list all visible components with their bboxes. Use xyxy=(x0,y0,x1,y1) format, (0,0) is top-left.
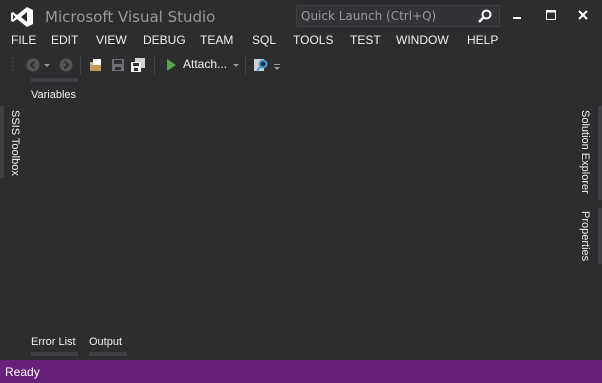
save-all-icon[interactable] xyxy=(130,57,146,73)
quick-launch-input[interactable] xyxy=(301,7,471,25)
error-list-tab[interactable]: Error List xyxy=(31,336,76,348)
output-tab-indicator[interactable] xyxy=(89,352,127,356)
forward-icon[interactable] xyxy=(58,57,74,73)
error-list-tab-indicator[interactable] xyxy=(31,352,78,356)
menu-test[interactable]: TEST xyxy=(350,33,381,47)
menu-sql[interactable]: SQL xyxy=(252,33,276,47)
close-icon[interactable] xyxy=(574,6,592,24)
standard-toolbar: Attach... xyxy=(0,52,602,78)
quick-launch[interactable] xyxy=(296,5,500,27)
maximize-icon[interactable] xyxy=(542,6,560,24)
toolbar-grip[interactable] xyxy=(11,56,15,74)
menu-bar: FILE EDIT VIEW DEBUG TEAM SQL TOOLS TEST… xyxy=(0,32,602,50)
toolbar-separator xyxy=(80,56,81,74)
vs-window: Microsoft Visual Studio FILE EDIT VIEW D… xyxy=(0,0,602,383)
back-dropdown-arrow[interactable] xyxy=(44,64,50,67)
menu-help[interactable]: HELP xyxy=(467,33,498,47)
back-icon[interactable] xyxy=(25,57,41,73)
variables-tab[interactable]: Variables xyxy=(31,89,76,101)
find-in-files-icon[interactable] xyxy=(253,57,269,73)
menu-file[interactable]: FILE xyxy=(11,33,36,47)
solution-explorer-tab-indicator[interactable] xyxy=(598,106,602,200)
search-icon[interactable] xyxy=(477,8,493,24)
vs-logo-icon xyxy=(11,7,33,27)
solution-explorer-tab[interactable]: Solution Explorer xyxy=(579,110,591,194)
save-icon[interactable] xyxy=(110,57,126,73)
menu-debug[interactable]: DEBUG xyxy=(143,33,186,47)
attach-dropdown-arrow[interactable] xyxy=(233,64,239,67)
window-title: Microsoft Visual Studio xyxy=(45,8,216,26)
menu-window[interactable]: WINDOW xyxy=(396,33,449,47)
open-folder-icon[interactable] xyxy=(88,57,104,73)
menu-view[interactable]: VIEW xyxy=(96,33,127,47)
variables-tab-indicator[interactable] xyxy=(31,78,78,82)
toolbar-overflow-icon[interactable] xyxy=(272,62,282,72)
minimize-icon[interactable] xyxy=(508,6,526,24)
menu-edit[interactable]: EDIT xyxy=(51,33,78,47)
menu-team[interactable]: TEAM xyxy=(200,33,233,47)
menu-tools[interactable]: TOOLS xyxy=(293,33,333,47)
output-tab[interactable]: Output xyxy=(89,336,122,348)
ssis-toolbox-tab-indicator[interactable] xyxy=(0,106,4,178)
ssis-toolbox-tab[interactable]: SSIS Toolbox xyxy=(9,110,21,176)
status-bar: Ready xyxy=(0,360,602,383)
attach-button[interactable]: Attach... xyxy=(183,57,227,71)
toolbar-separator xyxy=(245,56,246,74)
properties-tab[interactable]: Properties xyxy=(579,211,591,261)
status-text: Ready xyxy=(5,365,40,379)
start-play-icon[interactable] xyxy=(163,57,179,73)
title-bar: Microsoft Visual Studio xyxy=(0,0,602,32)
toolbar-separator xyxy=(154,56,155,74)
properties-tab-indicator[interactable] xyxy=(598,208,602,264)
